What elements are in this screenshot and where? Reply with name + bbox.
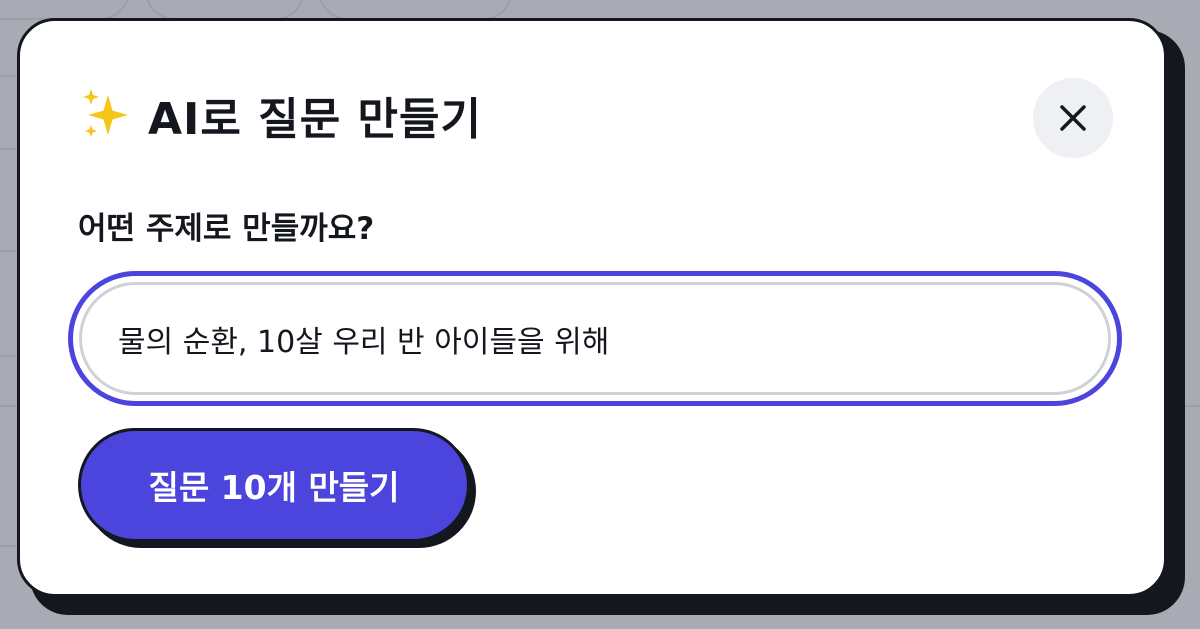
dialog-title: AI로 질문 만들기 — [148, 94, 482, 145]
background-divider — [0, 545, 16, 547]
background-divider — [1185, 405, 1200, 407]
close-button[interactable] — [1033, 78, 1113, 158]
background-chip — [145, 0, 305, 20]
generate-questions-button[interactable]: 질문 10개 만들기 — [78, 428, 470, 542]
background-divider — [0, 355, 16, 357]
dialog-header: AI로 질문 만들기 — [78, 83, 482, 147]
background-divider — [0, 75, 16, 77]
background-divider — [0, 405, 16, 407]
topic-input[interactable] — [79, 282, 1111, 395]
close-icon — [1060, 105, 1086, 131]
background-chip — [0, 0, 130, 20]
topic-prompt-label: 어떤 주제로 만들까요? — [78, 211, 375, 247]
sparkles-icon — [83, 89, 128, 137]
background-divider — [0, 250, 16, 252]
background-divider — [0, 148, 16, 150]
ai-question-dialog: AI로 질문 만들기 어떤 주제로 만들까요? 질문 10개 만들기 — [17, 18, 1167, 597]
background-chip — [318, 0, 513, 20]
topic-input-focus-ring — [68, 271, 1122, 406]
